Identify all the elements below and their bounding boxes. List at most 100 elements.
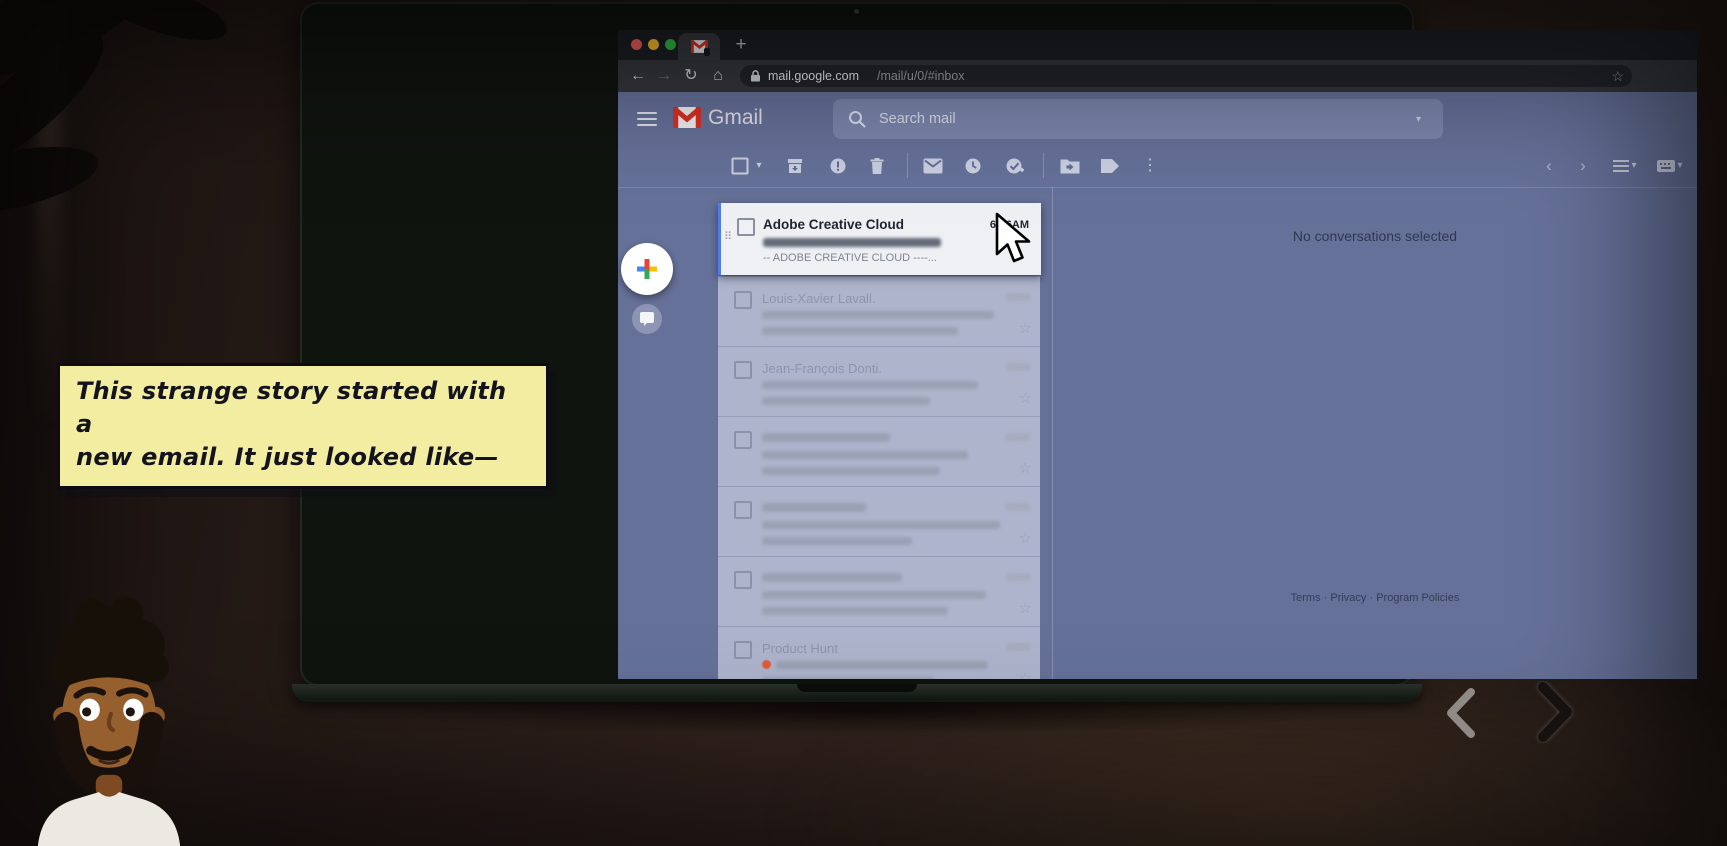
select-all-checkbox[interactable] <box>731 157 749 174</box>
email-time-blurred <box>1006 433 1030 441</box>
url-path: /mail/u/0/#inbox <box>877 69 965 83</box>
toolbar-divider <box>907 153 908 178</box>
laptop-hinge-notch <box>797 684 917 692</box>
email-checkbox[interactable] <box>734 291 752 309</box>
email-row[interactable]: ☆ <box>718 486 1040 557</box>
email-row[interactable]: ☆ <box>718 416 1040 487</box>
star-icon[interactable]: ☆ <box>1019 319 1032 337</box>
email-time-blurred <box>1006 293 1030 301</box>
email-subject-blurred <box>762 591 986 599</box>
story-caption: This strange story started with a new em… <box>57 363 549 489</box>
email-snippet-blurred <box>762 327 958 335</box>
star-icon[interactable]: ☆ <box>1019 529 1032 547</box>
laptop-screen: + ← → ↻ ⌂ mail.google.com /mail/u/0/#inb… <box>618 30 1697 679</box>
home-icon[interactable]: ⌂ <box>706 60 730 92</box>
reload-icon[interactable]: ↻ <box>679 60 703 92</box>
email-sender-blurred <box>762 503 866 512</box>
move-to-icon[interactable] <box>1060 158 1080 173</box>
email-subject-blurred <box>762 381 978 389</box>
compose-button[interactable] <box>621 243 673 295</box>
archive-icon[interactable] <box>786 157 804 175</box>
laptop: + ← → ↻ ⌂ mail.google.com /mail/u/0/#inb… <box>300 2 1697 686</box>
email-checkbox[interactable] <box>734 641 752 659</box>
reading-pane: No conversations selected Terms · Privac… <box>1053 187 1697 679</box>
gmail-logo-text[interactable]: Gmail <box>708 106 763 130</box>
email-snippet-blurred <box>762 397 930 405</box>
chat-button[interactable] <box>632 304 662 334</box>
search-placeholder: Search mail <box>879 111 956 127</box>
email-time-blurred <box>1006 643 1030 651</box>
gmail-page: Gmail Search mail ▾ ▾ ⋮ ‹ › ▾ ▾ Louis-Xa… <box>618 92 1697 679</box>
mark-read-icon[interactable] <box>923 158 943 173</box>
search-options-caret-icon[interactable]: ▾ <box>1416 114 1421 125</box>
email-snippet-blurred <box>762 607 948 615</box>
email-snippet-blurred <box>762 467 940 475</box>
emoji-dot <box>762 660 771 669</box>
favicon-badge <box>704 48 710 56</box>
previous-page-arrow[interactable] <box>1441 686 1481 740</box>
split-pane-toggle-icon[interactable] <box>1613 159 1629 172</box>
email-time-blurred <box>1006 363 1030 371</box>
search-mail-input[interactable]: Search mail ▾ <box>833 99 1443 139</box>
narrator-avatar <box>37 597 181 846</box>
email-snippet-blurred <box>762 677 934 679</box>
email-checkbox[interactable] <box>734 431 752 449</box>
email-subject-blurred <box>776 661 988 669</box>
story-scene: + ← → ↻ ⌂ mail.google.com /mail/u/0/#inb… <box>0 0 1727 846</box>
star-icon[interactable]: ☆ <box>1019 459 1032 477</box>
address-bar[interactable]: mail.google.com /mail/u/0/#inbox ☆ <box>740 65 1632 87</box>
input-tools-icon[interactable] <box>1657 159 1675 172</box>
email-row[interactable]: ☆ <box>718 556 1040 627</box>
star-icon[interactable]: ☆ <box>1019 389 1032 407</box>
new-tab-button[interactable]: + <box>728 32 754 58</box>
gmail-body: Louis-Xavier Lavall. ☆ Jean-François Don… <box>618 187 1697 679</box>
label-icon[interactable] <box>1101 158 1119 173</box>
delete-icon[interactable] <box>869 157 885 175</box>
email-row[interactable]: Louis-Xavier Lavall. ☆ <box>718 276 1040 347</box>
email-checkbox[interactable] <box>734 361 752 379</box>
email-checkbox[interactable] <box>734 501 752 519</box>
zoom-window-button[interactable] <box>665 39 676 50</box>
email-row[interactable]: Jean-François Donti. ☆ <box>718 346 1040 417</box>
footer-links[interactable]: Terms · Privacy · Program Policies <box>1291 592 1460 604</box>
email-sender-blurred <box>762 433 890 442</box>
email-sender: Product Hunt <box>762 641 838 656</box>
star-icon[interactable]: ☆ <box>1019 669 1032 679</box>
email-row[interactable]: Product Hunt ☆ <box>718 626 1040 679</box>
caption-line1: This strange story started with a <box>76 377 507 438</box>
star-icon[interactable]: ☆ <box>1019 599 1032 617</box>
caption-bold: new email <box>76 443 217 471</box>
email-checkbox[interactable] <box>737 218 755 236</box>
snooze-icon[interactable] <box>964 157 982 175</box>
email-snippet-blurred <box>762 537 912 545</box>
email-sender: Louis-Xavier Lavall. <box>762 291 876 306</box>
email-checkbox[interactable] <box>734 571 752 589</box>
main-menu-icon[interactable] <box>637 108 657 130</box>
gmail-toolbar: ▾ ⋮ ‹ › ▾ ▾ <box>618 144 1697 188</box>
email-subject-blurred <box>762 311 994 319</box>
email-snippet: -- ADOBE CREATIVE CLOUD ----... <box>763 252 937 264</box>
add-to-tasks-icon[interactable] <box>1006 157 1025 175</box>
close-window-button[interactable] <box>631 39 642 50</box>
next-page-arrow[interactable] <box>1533 681 1577 743</box>
compose-plus-icon <box>637 259 657 279</box>
email-sender-blurred <box>762 573 902 582</box>
email-list: Louis-Xavier Lavall. ☆ Jean-François Don… <box>718 276 1040 679</box>
mouse-cursor <box>995 212 1031 263</box>
back-icon[interactable]: ← <box>626 60 650 92</box>
forward-icon[interactable]: → <box>652 60 676 92</box>
search-icon[interactable] <box>848 110 866 128</box>
plant-silhouette <box>0 0 227 214</box>
toolbar-divider <box>1043 153 1044 178</box>
minimize-window-button[interactable] <box>648 39 659 50</box>
browser-tab-strip: + <box>618 30 1697 60</box>
drag-handle-icon[interactable]: ⠿ <box>724 230 732 243</box>
lock-icon <box>751 70 760 82</box>
report-spam-icon[interactable] <box>829 157 847 175</box>
bookmark-star-icon[interactable]: ☆ <box>1611 65 1624 87</box>
email-subject-blurred <box>763 238 941 247</box>
email-sender: Jean-François Donti. <box>762 361 882 376</box>
email-sender: Adobe Creative Cloud <box>763 217 905 232</box>
url-host: mail.google.com <box>768 69 860 83</box>
gmail-browser-tab[interactable] <box>678 33 720 60</box>
